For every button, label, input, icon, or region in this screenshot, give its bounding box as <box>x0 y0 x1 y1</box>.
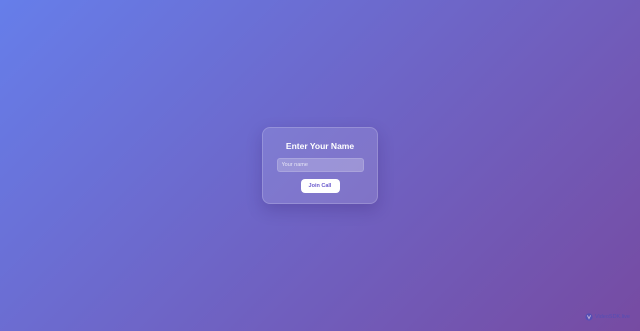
join-call-button[interactable]: Join Call <box>300 179 340 193</box>
dialog-title: Enter Your Name <box>285 141 355 151</box>
name-input[interactable] <box>276 158 364 172</box>
brand-label: VideoSDK.live <box>594 314 630 320</box>
join-dialog: Enter Your Name Join Call <box>262 127 378 204</box>
brand-watermark: VideoSDK.live <box>585 313 630 321</box>
brand-logo-icon <box>585 313 593 321</box>
